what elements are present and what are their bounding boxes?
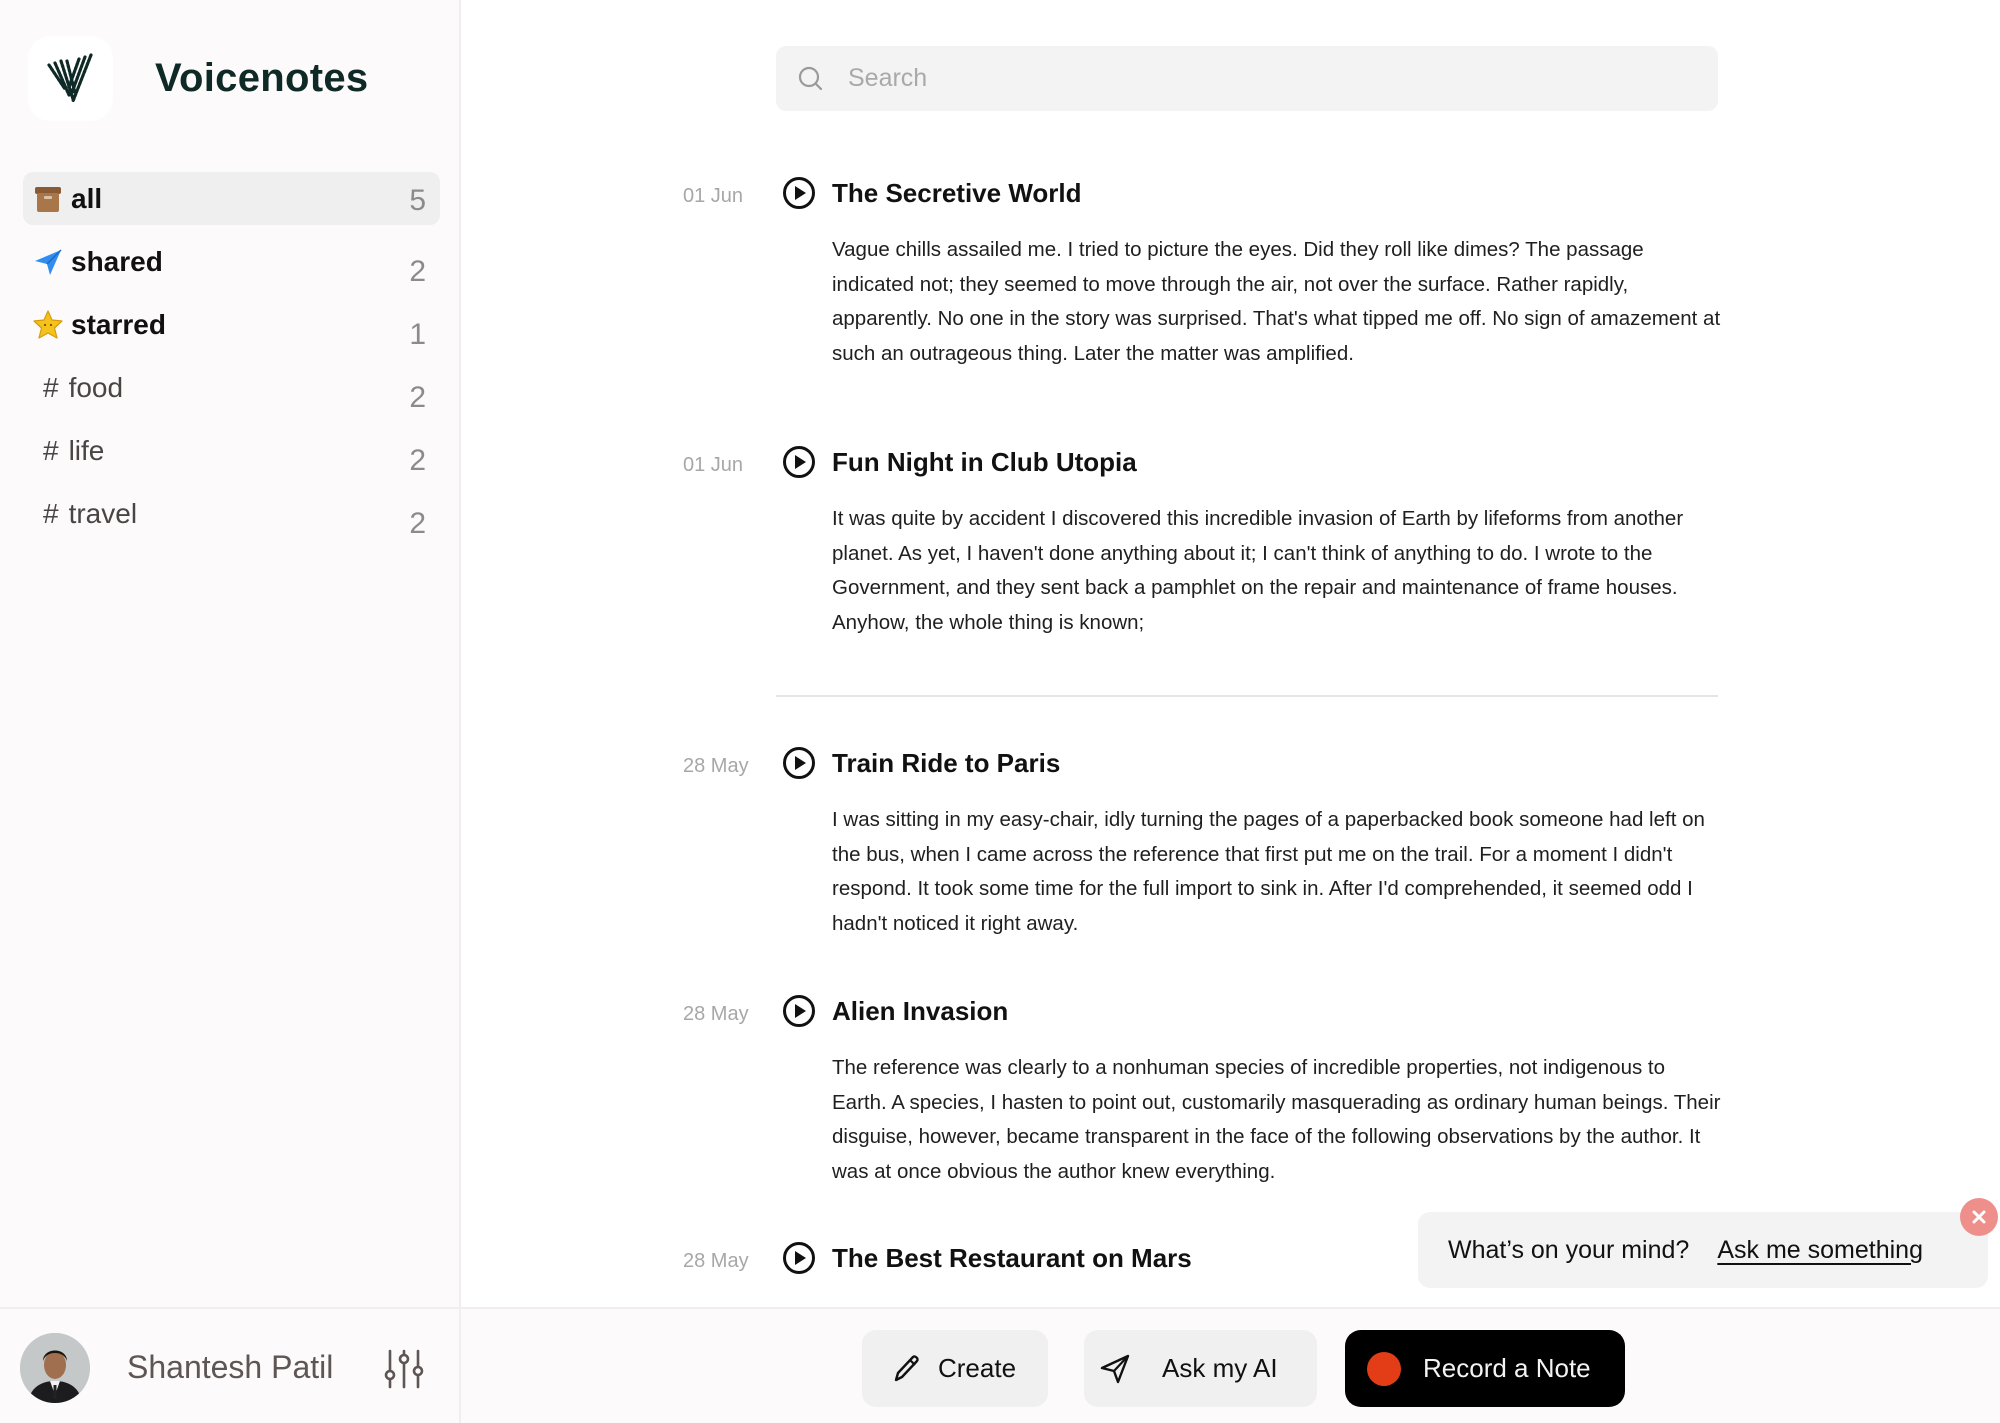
sidebar-item-label: life <box>68 434 105 466</box>
sidebar-item-travel[interactable]: # travel 2 <box>23 487 440 541</box>
hash-icon: # <box>43 434 59 466</box>
sidebar-item-shared[interactable]: shared 2 <box>23 235 440 288</box>
play-icon[interactable] <box>782 746 816 780</box>
sidebar-item-count: 2 <box>409 255 426 288</box>
note-date: 28 May <box>683 1003 749 1025</box>
record-icon <box>1367 1351 1401 1386</box>
hash-icon: # <box>43 371 59 403</box>
sidebar-item-label: travel <box>68 497 138 529</box>
note-title[interactable]: Train Ride to Paris <box>832 748 1060 779</box>
note-date: 01 Jun <box>683 185 744 207</box>
sidebar-item-count: 2 <box>409 507 426 540</box>
send-icon <box>1100 1354 1130 1383</box>
sidebar-item-label: shared <box>71 245 163 277</box>
play-icon[interactable] <box>782 994 816 1028</box>
sidebar-item-starred[interactable]: starred 1 <box>23 298 440 351</box>
sidebar-item-food[interactable]: # food 2 <box>23 361 440 415</box>
create-button-label: Create <box>938 1353 1017 1383</box>
create-button[interactable]: Create <box>862 1330 1048 1407</box>
section-divider <box>776 695 1718 697</box>
record-note-label: Record a Note <box>1423 1353 1591 1383</box>
record-note-button[interactable]: Record a Note <box>1345 1330 1625 1407</box>
paper-plane-icon <box>31 245 65 279</box>
star-icon <box>31 308 65 342</box>
user-section: Shantesh Patil <box>0 1309 461 1423</box>
play-icon[interactable] <box>782 176 816 210</box>
note-date: 28 May <box>683 755 749 777</box>
play-icon[interactable] <box>782 1241 816 1275</box>
sidebar-item-count: 2 <box>409 381 426 414</box>
note-body: It was quite by accident I discovered th… <box>832 507 1684 635</box>
note-title[interactable]: Alien Invasion <box>832 996 1008 1027</box>
search-icon <box>798 66 823 90</box>
voicenotes-app: Voicenotes all 5 shared 2 starred 1 # fo… <box>0 0 2000 1423</box>
note-title[interactable]: The Secretive World <box>832 178 1082 209</box>
note-title[interactable]: The Best Restaurant on Mars <box>832 1243 1192 1274</box>
ask-my-ai-label: Ask my AI <box>1162 1353 1278 1383</box>
play-icon[interactable] <box>782 445 816 479</box>
sidebar-item-label: starred <box>71 308 166 340</box>
sidebar-item-count: 5 <box>409 184 426 217</box>
sidebar-item-life[interactable]: # life 2 <box>23 424 440 478</box>
logo[interactable] <box>28 36 113 121</box>
ask-prompt-question: What’s on your mind? <box>1448 1235 1690 1264</box>
sidebar-nav: all 5 shared 2 starred 1 # food 2 # life… <box>23 172 440 550</box>
user-photo-icon <box>20 1333 90 1403</box>
close-prompt-button[interactable] <box>1960 1198 1998 1236</box>
note-date: 28 May <box>683 1250 749 1272</box>
pencil-icon <box>894 1354 919 1381</box>
settings-sliders-icon[interactable] <box>381 1347 427 1391</box>
note-date: 01 Jun <box>683 454 744 476</box>
ask-my-ai-button[interactable]: Ask my AI <box>1084 1330 1317 1407</box>
sidebar-item-count: 1 <box>409 318 426 351</box>
search-input[interactable] <box>848 64 1668 93</box>
sidebar-item-label: all <box>71 182 103 214</box>
bottom-bar: Shantesh Patil Create Ask my AI Record a… <box>0 1307 2000 1423</box>
sidebar-item-all[interactable]: all 5 <box>23 172 440 225</box>
search-bar <box>776 46 1718 111</box>
avatar[interactable] <box>20 1333 90 1403</box>
note-body: Vague chills assailed me. I tried to pic… <box>832 238 1721 366</box>
note-title[interactable]: Fun Night in Club Utopia <box>832 447 1137 478</box>
archive-box-icon <box>31 182 65 216</box>
sidebar-item-label: food <box>68 371 124 403</box>
sidebar-item-count: 2 <box>409 444 426 477</box>
note-body: The reference was clearly to a nonhuman … <box>832 1056 1721 1184</box>
user-name: Shantesh Patil <box>127 1349 334 1385</box>
sidebar: Voicenotes all 5 shared 2 starred 1 # fo… <box>0 0 461 1307</box>
voicenotes-logo-icon <box>46 52 93 103</box>
ask-ai-prompt: What’s on your mind? Ask me something <box>1418 1212 1988 1288</box>
close-icon <box>1972 1210 1986 1224</box>
note-body: I was sitting in my easy-chair, idly tur… <box>832 808 1705 936</box>
app-title: Voicenotes <box>155 56 369 100</box>
hash-icon: # <box>43 497 59 529</box>
ask-me-something-link[interactable]: Ask me something <box>1717 1236 1923 1265</box>
